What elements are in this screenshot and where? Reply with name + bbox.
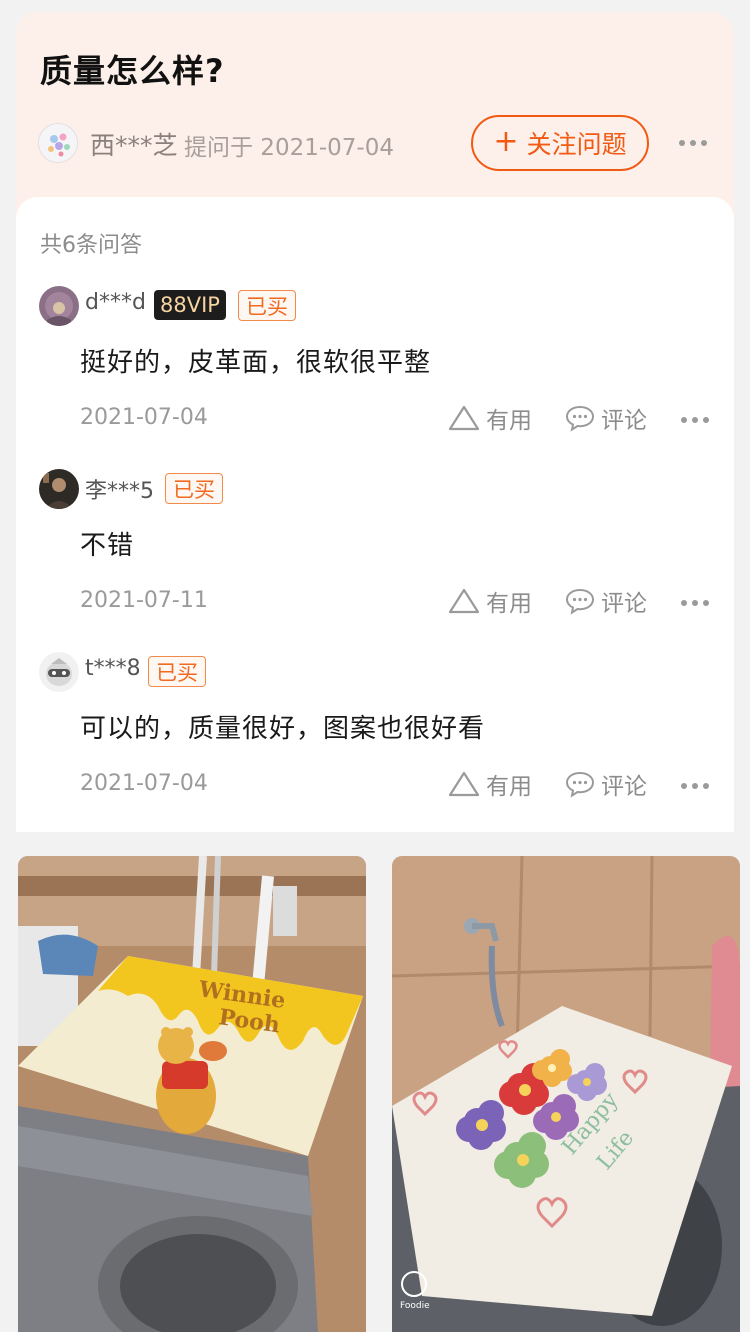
answer-text: 可以的，质量很好，图案也很好看 xyxy=(80,714,486,744)
asker-avatar[interactable] xyxy=(38,123,78,163)
answer-date: 2021-07-04 xyxy=(80,771,208,796)
comment-button[interactable]: 评论 xyxy=(565,401,647,435)
comment-label: 评论 xyxy=(601,408,647,434)
comment-icon xyxy=(565,771,595,798)
question-title: 质量怎么样? xyxy=(40,52,225,90)
comment-icon xyxy=(565,588,595,615)
comment-label: 评论 xyxy=(601,774,647,800)
useful-label: 有用 xyxy=(486,774,532,800)
answer-date: 2021-07-04 xyxy=(80,405,208,430)
answer-item: 李***5 已买 不错 2021-07-11 有用 评论 xyxy=(16,469,734,649)
triangle-up-icon xyxy=(448,771,480,797)
comment-button[interactable]: 评论 xyxy=(565,584,647,618)
asker-name[interactable]: 西***芝 xyxy=(90,126,178,162)
photo-winnie-pooh-cover[interactable]: Winnie Pooh xyxy=(18,856,366,1332)
photo-watermark: Foodie xyxy=(400,1301,430,1311)
plus-icon: + xyxy=(493,123,519,159)
useful-button[interactable]: 有用 xyxy=(448,401,532,435)
answer-text: 不错 xyxy=(80,531,135,561)
useful-label: 有用 xyxy=(486,591,532,617)
follow-question-button[interactable]: + 关注问题 xyxy=(471,115,649,171)
user-avatar[interactable] xyxy=(39,469,79,509)
user-avatar[interactable] xyxy=(39,652,79,692)
ask-time: 提问于 2021-07-04 xyxy=(184,135,394,161)
bought-badge: 已买 xyxy=(148,656,206,687)
follow-question-label: 关注问题 xyxy=(526,130,627,159)
answer-date: 2021-07-11 xyxy=(80,588,208,613)
answer-username[interactable]: t***8 xyxy=(85,656,141,681)
answer-count: 共6条问答 xyxy=(40,233,142,258)
more-dots-icon[interactable] xyxy=(679,140,709,148)
bought-badge: 已买 xyxy=(238,290,296,321)
answer-item: d***d 88VIP 已买 挺好的，皮革面，很软很平整 2021-07-04 … xyxy=(16,286,734,466)
comment-label: 评论 xyxy=(601,591,647,617)
bought-badge: 已买 xyxy=(165,473,223,504)
answers-card: 共6条问答 d***d 88VIP 已买 挺好的，皮革面，很软很平整 2021-… xyxy=(16,197,734,832)
photo-happy-life-cover[interactable]: Happy Life Foodie xyxy=(392,856,740,1332)
useful-button[interactable]: 有用 xyxy=(448,767,532,801)
answer-username[interactable]: d***d xyxy=(85,290,146,315)
more-dots-icon[interactable] xyxy=(681,600,709,606)
answer-text: 挺好的，皮革面，很软很平整 xyxy=(80,348,432,378)
useful-label: 有用 xyxy=(486,408,532,434)
user-avatar[interactable] xyxy=(39,286,79,326)
comment-button[interactable]: 评论 xyxy=(565,767,647,801)
comment-icon xyxy=(565,405,595,432)
more-dots-icon[interactable] xyxy=(681,783,709,789)
answer-item: t***8 已买 可以的，质量很好，图案也很好看 2021-07-04 有用 评… xyxy=(16,652,734,832)
vip-badge: 88VIP xyxy=(154,290,226,320)
answer-username[interactable]: 李***5 xyxy=(85,473,154,505)
triangle-up-icon xyxy=(448,588,480,614)
useful-button[interactable]: 有用 xyxy=(448,584,532,618)
more-dots-icon[interactable] xyxy=(681,417,709,423)
triangle-up-icon xyxy=(448,405,480,431)
